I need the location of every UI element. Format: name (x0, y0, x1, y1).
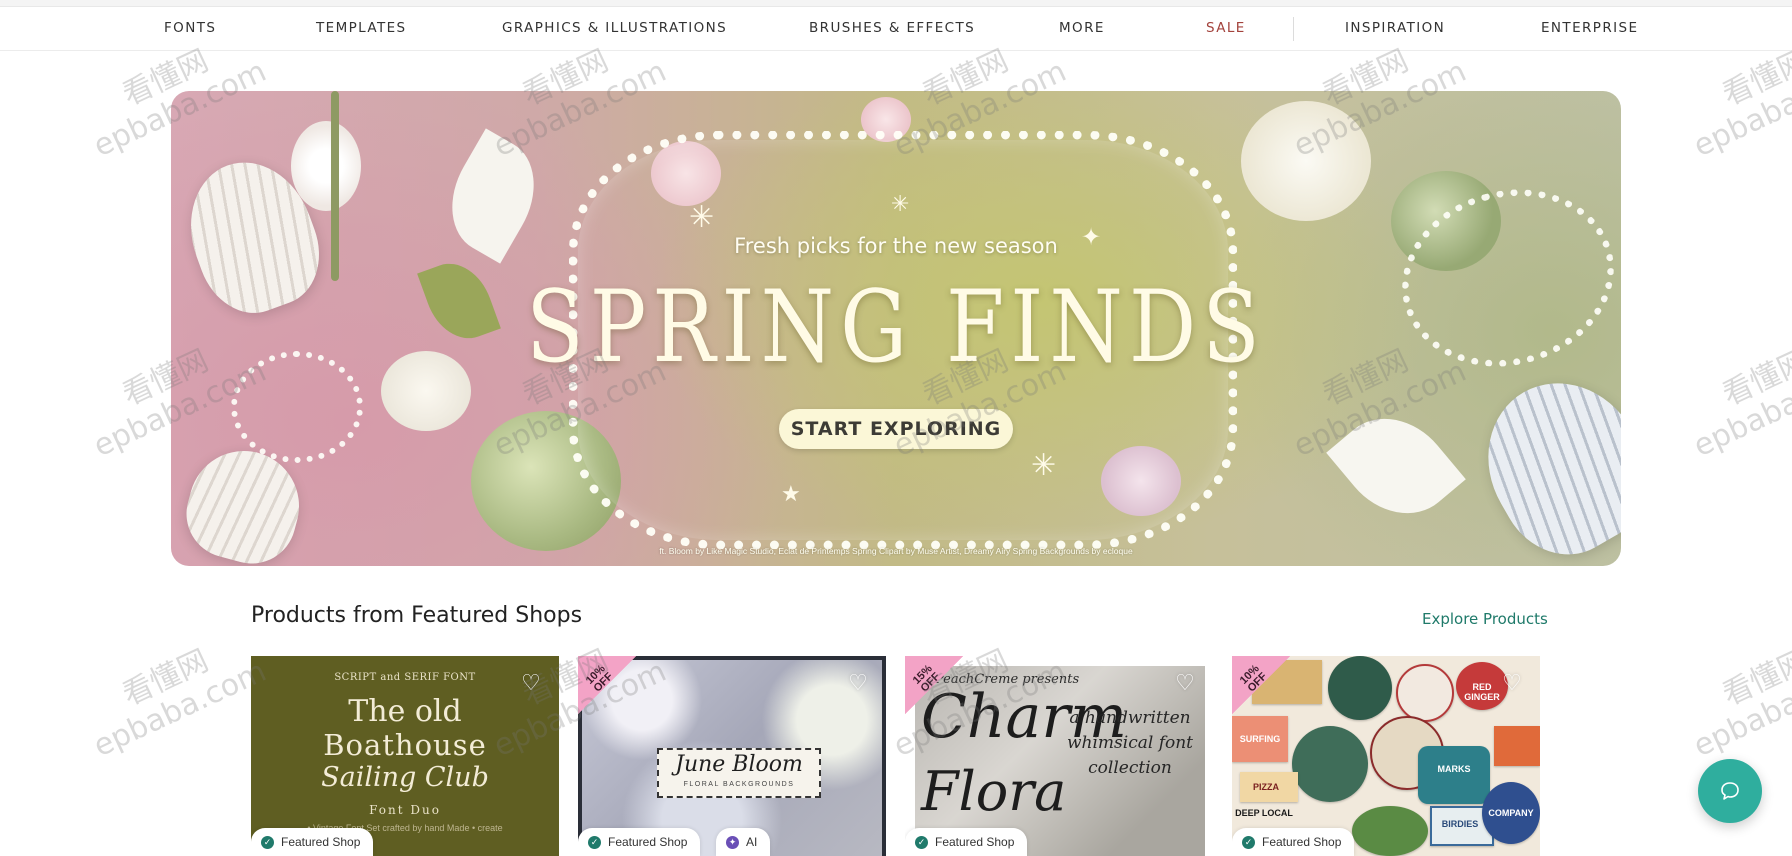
sparkle-icon: ✳ (1031, 449, 1057, 482)
card-art-text: Sailing Club (321, 762, 489, 793)
sticker-text: COMPANY (1488, 808, 1534, 818)
nav-sale[interactable]: SALE (1206, 7, 1246, 50)
calla-lily-illustration (1326, 394, 1466, 538)
watermark: 看懂网 epbaba.com (1688, 343, 1792, 465)
card-art-text: SCRIPT and SERIF FONT (334, 672, 476, 683)
discount-badge: 15% OFF (905, 656, 965, 716)
card-art-text: a handwritten whimsical font collection (1066, 708, 1194, 778)
hero-subtitle: Fresh picks for the new season (734, 234, 1058, 258)
nav-brushes-effects[interactable]: BRUSHES & EFFECTS (809, 7, 975, 50)
card-art-text: Flora (921, 760, 1067, 823)
featured-shop-badge: ✓ Featured Shop (251, 828, 374, 856)
card-art-text: FLORAL BACKGROUNDS (683, 781, 795, 788)
discount-badge-label: 15% OFF (910, 662, 943, 695)
sticker-illustration (1396, 664, 1454, 722)
watermark: 看懂网 epbaba.com (1688, 643, 1792, 765)
sticker-illustration (1292, 726, 1368, 802)
featured-shop-label: Featured Shop (935, 835, 1015, 849)
sticker-text: MARKS (1437, 764, 1471, 774)
featured-shop-label: Featured Shop (608, 835, 688, 849)
featured-shop-badge: ✓ Featured Shop (1232, 828, 1355, 856)
card-art-text: June Bloom (675, 752, 803, 777)
product-card[interactable]: SCRIPT and SERIF FONT The old Boathouse … (251, 656, 559, 856)
discount-badge: 10% OFF (1232, 656, 1292, 716)
nav-divider (1293, 17, 1294, 41)
hero-credit: ft. Bloom by Like Magic Studio, Eclat de… (659, 546, 1133, 556)
main-navigation: FONTS TEMPLATES GRAPHICS & ILLUSTRATIONS… (0, 7, 1792, 51)
seashell-illustration (1458, 354, 1621, 566)
sparkle-icon: ✳ (689, 201, 715, 234)
featured-shop-label: Featured Shop (281, 835, 361, 849)
sparkle-icon: ★ (781, 481, 801, 506)
explore-products-link[interactable]: Explore Products (1422, 610, 1548, 628)
nav-enterprise[interactable]: ENTERPRISE (1541, 7, 1638, 50)
nav-more[interactable]: MORE (1059, 7, 1105, 50)
nav-templates[interactable]: TEMPLATES (316, 7, 407, 50)
top-strip (0, 0, 1792, 7)
nav-graphics-illustrations[interactable]: GRAPHICS & ILLUSTRATIONS (502, 7, 727, 50)
verified-check-icon: ✓ (1242, 836, 1255, 849)
verified-check-icon: ✓ (915, 836, 928, 849)
hero-title: SPRING FINDS (526, 269, 1266, 385)
featured-shop-label: Featured Shop (1262, 835, 1342, 849)
sticker-text: DEEP LOCAL (1235, 808, 1293, 818)
ai-badge-label: AI (746, 835, 758, 849)
discount-badge: 10% OFF (578, 656, 638, 716)
card-art-text: Boathouse (323, 728, 487, 762)
meringue-illustration (291, 121, 361, 211)
nav-fonts[interactable]: FONTS (164, 7, 216, 50)
product-card[interactable]: PIZZA RED GINGER MARKS BIRDIES SURFING D… (1232, 656, 1540, 856)
sticker-illustration (1494, 726, 1540, 766)
heart-icon[interactable]: ♡ (519, 672, 543, 694)
sticker-illustration (1418, 746, 1490, 804)
lilac-illustration (1241, 101, 1371, 221)
featured-shop-badge: ✓ Featured Shop (578, 828, 701, 856)
nav-inspiration[interactable]: INSPIRATION (1345, 7, 1445, 50)
card-art-text: The old (348, 694, 462, 729)
discount-badge-label: 10% OFF (1237, 662, 1270, 695)
start-exploring-button[interactable]: START EXPLORING (779, 409, 1013, 449)
sticker-text: PIZZA (1253, 782, 1279, 792)
chat-bubble-icon (1721, 782, 1739, 800)
section-title: Products from Featured Shops (251, 603, 583, 628)
verified-check-icon: ✓ (588, 836, 601, 849)
product-card[interactable]: PeachCreme presents Charm Flora a handwr… (905, 656, 1213, 856)
watermark: 看懂网 epbaba.com (88, 643, 272, 765)
hero-banner[interactable]: ✳ ✳ ✦ ✳ ★ Fresh picks for the new season… (171, 91, 1621, 566)
featured-shop-badge: ✓ Featured Shop (905, 828, 1028, 856)
card-art-text: Font Duo (369, 803, 441, 817)
heart-icon[interactable]: ♡ (846, 672, 870, 694)
verified-check-icon: ✓ (261, 836, 274, 849)
sticker-illustration (1328, 656, 1392, 720)
sticker-illustration (1352, 806, 1428, 856)
sticker-text: BIRDIES (1441, 819, 1479, 829)
card-art-label: June Bloom FLORAL BACKGROUNDS (657, 748, 821, 798)
sparkle-icon: ✳ (891, 191, 910, 216)
heart-icon[interactable]: ♡ (1173, 672, 1197, 694)
heart-icon[interactable]: ♡ (1500, 672, 1524, 694)
ai-badge: ✦ AI (716, 828, 771, 856)
chat-button[interactable] (1698, 759, 1762, 823)
discount-badge-label: 10% OFF (583, 662, 616, 695)
sticker-text: SURFING (1239, 734, 1281, 744)
ai-icon: ✦ (726, 836, 739, 849)
product-card[interactable]: June Bloom FLORAL BACKGROUNDS 10% OFF ♡ … (578, 656, 886, 856)
